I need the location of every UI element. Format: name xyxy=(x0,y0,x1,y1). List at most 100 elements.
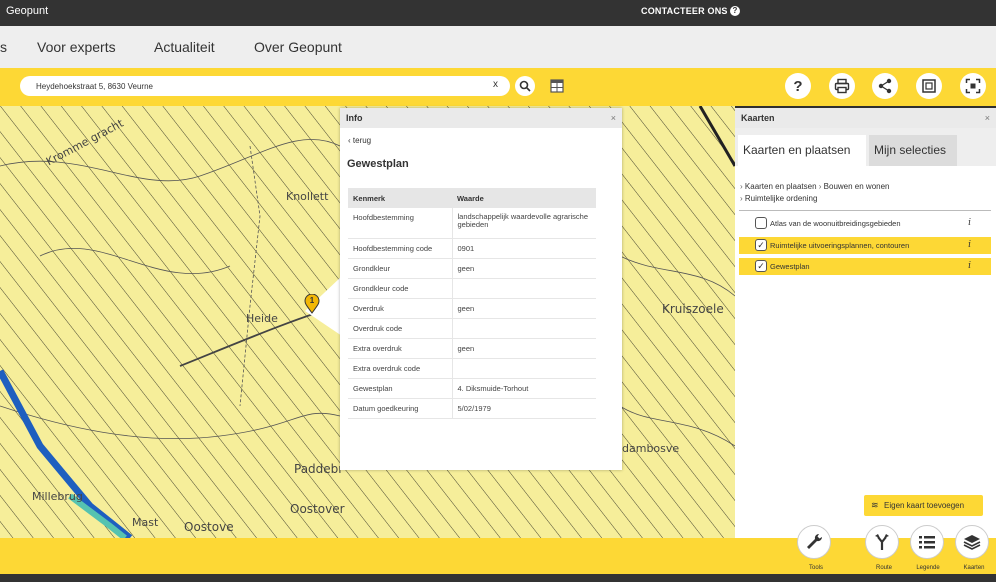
chevron-right-icon: › xyxy=(818,182,822,191)
table-row: Overdruk code xyxy=(348,318,596,339)
table-icon xyxy=(550,79,564,93)
share-icon xyxy=(878,78,892,94)
nav-item-partial[interactable]: s xyxy=(0,39,7,55)
table-row: Grondkleur code xyxy=(348,278,596,299)
search-input[interactable] xyxy=(36,79,476,93)
layer-item[interactable]: ✓ Ruimtelijke uitvoeringsplannen, contou… xyxy=(739,237,991,254)
back-link[interactable]: ‹ terug xyxy=(348,136,371,145)
fullscreen-button[interactable] xyxy=(960,73,986,99)
maps-button[interactable] xyxy=(955,525,989,559)
map-layers-button[interactable] xyxy=(547,76,567,96)
table-cell-key: Hoofdbestemming code xyxy=(348,238,453,259)
close-info-icon[interactable]: × xyxy=(611,108,616,128)
search-location-button[interactable] xyxy=(515,76,535,96)
wrench-icon xyxy=(807,533,823,549)
main-nav: s Voor experts Actualiteit Over Geopunt xyxy=(0,26,996,68)
tab-mijn-selecties[interactable]: Mijn selecties xyxy=(869,135,957,166)
table-row: Gewestplan 4. Diksmuide-Torhout xyxy=(348,378,596,399)
map-label: Paddebr xyxy=(294,462,344,476)
table-header-row: Kenmerk Waarde xyxy=(348,188,596,208)
tab-kaarten-en-plaatsen[interactable]: Kaarten en plaatsen xyxy=(738,135,866,166)
help-icon[interactable]: ? xyxy=(730,6,740,16)
maps-panel: Kaarten × Kaarten en plaatsen Mijn selec… xyxy=(735,108,996,538)
layer-checkbox[interactable]: ✓ xyxy=(755,239,767,251)
table-cell-key: Extra overdruk xyxy=(348,338,453,359)
map-label: Millebrug xyxy=(32,490,83,503)
table-cell-value xyxy=(452,278,596,299)
frame-icon xyxy=(922,79,936,93)
table-cell-key: Extra overdruk code xyxy=(348,358,453,379)
table-cell-key: Overdruk code xyxy=(348,318,453,339)
map-label: Oostover xyxy=(290,502,345,516)
map-marker-icon[interactable]: 1 xyxy=(304,294,320,314)
maps-header: Kaarten × xyxy=(735,108,996,128)
layer-checkbox[interactable]: ✓ xyxy=(755,260,767,272)
layer-label: Ruimtelijke uitvoeringsplannen, contoure… xyxy=(770,241,910,250)
contact-link[interactable]: CONTACTEER ONS xyxy=(641,6,728,16)
add-own-map-button[interactable]: ≋ Eigen kaart toevoegen xyxy=(864,495,983,516)
layer-label: Gewestplan xyxy=(770,262,810,271)
clear-search-icon[interactable]: x xyxy=(493,79,498,90)
layer-item[interactable]: ✓ Gewestplan i xyxy=(739,258,991,275)
layer-checkbox[interactable] xyxy=(755,217,767,229)
footer xyxy=(0,574,996,582)
table-cell-value xyxy=(452,318,596,339)
table-cell-key: Gewestplan xyxy=(348,378,453,399)
table-row: Extra overdruk code xyxy=(348,358,596,379)
back-label: terug xyxy=(352,136,372,145)
info-icon[interactable]: i xyxy=(968,258,971,275)
divider xyxy=(739,210,991,211)
table-cell-key: Overdruk xyxy=(348,298,453,319)
table-cell-key: Datum goedkeuring xyxy=(348,398,453,419)
question-icon: ? xyxy=(793,77,803,95)
breadcrumb-item[interactable]: Bouwen en wonen xyxy=(824,182,890,191)
layer-label: Atlas van de woonuitbreidingsgebieden xyxy=(770,219,901,228)
maps-tabs: Kaarten en plaatsen Mijn selecties xyxy=(735,128,996,166)
nav-item-voor-experts[interactable]: Voor experts xyxy=(37,39,116,55)
column-header: Kenmerk xyxy=(348,188,452,208)
table-cell-value: 4. Diksmuide-Torhout xyxy=(452,378,596,399)
table-row: Grondkleur geen xyxy=(348,258,596,279)
print-button[interactable] xyxy=(829,73,855,99)
table-cell-value: geen xyxy=(452,258,596,279)
top-bar: Geopunt CONTACTEER ONS ? xyxy=(0,0,996,26)
table-row: Datum goedkeuring 5/02/1979 xyxy=(348,398,596,419)
table-row: Extra overdruk geen xyxy=(348,338,596,359)
tools-button[interactable] xyxy=(797,525,831,559)
route-button[interactable] xyxy=(865,525,899,559)
help-button[interactable]: ? xyxy=(785,73,811,99)
route-label: Route xyxy=(875,565,892,571)
breadcrumb: › Ruimtelijke ordening xyxy=(740,194,817,203)
map-label: dambosve xyxy=(622,442,680,455)
share-button[interactable] xyxy=(872,73,898,99)
map-label: Heide xyxy=(246,312,278,325)
table-row: Hoofdbestemming code 0901 xyxy=(348,238,596,259)
column-header: Waarde xyxy=(452,188,596,208)
frame-button[interactable] xyxy=(916,73,942,99)
table-cell-value: 5/02/1979 xyxy=(452,398,596,419)
breadcrumb: › Kaarten en plaatsen › Bouwen en wonen xyxy=(740,182,889,191)
add-map-label: Eigen kaart toevoegen xyxy=(884,501,965,510)
table-cell-value: geen xyxy=(452,338,596,359)
breadcrumb-item[interactable]: Ruimtelijke ordening xyxy=(745,194,817,203)
map-label: Kruiszoele xyxy=(662,302,724,316)
layers-icon xyxy=(963,535,981,550)
table-cell-value: 0901 xyxy=(452,238,596,259)
breadcrumb-item[interactable]: Kaarten en plaatsen xyxy=(745,182,817,191)
maps-label: Kaarten xyxy=(963,565,985,571)
info-header: Info × xyxy=(340,108,622,128)
maps-title: Kaarten xyxy=(741,113,775,123)
fullscreen-icon xyxy=(965,78,981,94)
route-icon xyxy=(875,534,889,550)
brand-name[interactable]: Geopunt xyxy=(6,5,48,17)
stack-add-icon: ≋ xyxy=(871,500,879,510)
info-icon[interactable]: i xyxy=(968,237,971,254)
map-label: Oostove xyxy=(184,520,234,534)
legend-button[interactable] xyxy=(910,525,944,559)
feature-title: Gewestplan xyxy=(347,158,409,170)
close-maps-icon[interactable]: × xyxy=(985,108,990,128)
layer-item[interactable]: Atlas van de woonuitbreidingsgebieden i xyxy=(739,215,991,232)
nav-item-over-geopunt[interactable]: Over Geopunt xyxy=(254,39,342,55)
info-icon[interactable]: i xyxy=(968,215,971,232)
nav-item-actualiteit[interactable]: Actualiteit xyxy=(154,39,215,55)
